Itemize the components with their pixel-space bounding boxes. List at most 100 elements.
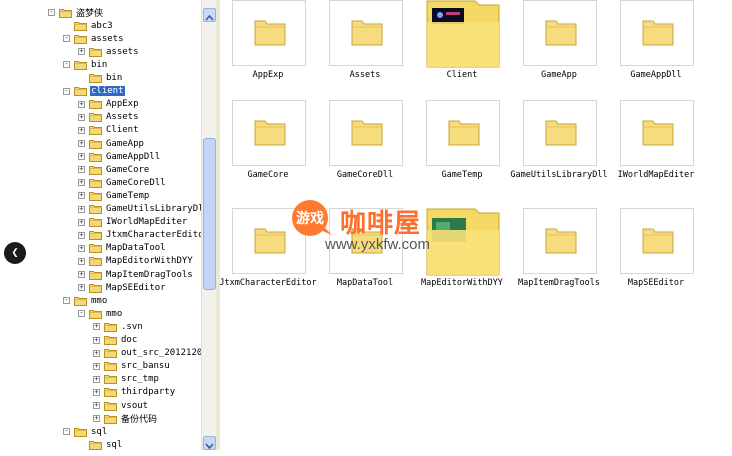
tree-item-label: sql (91, 426, 108, 437)
tree-item[interactable]: sql (78, 438, 123, 450)
tree-item[interactable]: - client (63, 85, 125, 98)
expand-icon[interactable]: + (78, 179, 85, 187)
folder-tile[interactable]: MapSEEditor (608, 208, 704, 308)
tree-item[interactable]: + MapDataTool (78, 242, 167, 255)
folder-icon (74, 34, 87, 44)
expand-icon[interactable]: + (78, 218, 85, 226)
expand-icon[interactable]: + (78, 244, 85, 252)
scroll-thumb[interactable] (203, 138, 216, 290)
tree-item[interactable]: + GameApp (78, 137, 145, 150)
tree-item[interactable]: + GameCore (78, 163, 150, 176)
expand-icon[interactable]: + (93, 336, 100, 344)
tree-item[interactable]: - assets (63, 32, 125, 45)
tree-item[interactable]: - mmo (78, 307, 123, 320)
tree-item[interactable]: + src_tmp (93, 373, 160, 386)
expand-icon[interactable]: + (78, 140, 85, 147)
expand-icon[interactable]: + (78, 231, 85, 239)
chevron-left-icon[interactable]: ❮ (4, 242, 26, 264)
folder-icon (545, 17, 577, 51)
expand-icon[interactable]: + (78, 284, 85, 292)
folder-tile[interactable]: IWorldMapEditer (608, 100, 704, 200)
tree-item[interactable]: + GameTemp (78, 189, 150, 202)
folder-tile[interactable]: GameUtilsLibraryDll (510, 100, 608, 200)
expand-icon[interactable]: + (93, 388, 100, 396)
tree-item[interactable]: + Client (78, 124, 140, 137)
folder-tile[interactable]: GameApp (511, 0, 607, 100)
tree-item[interactable]: + doc (93, 334, 138, 347)
tree-item[interactable]: + MapItemDragTools (78, 268, 194, 281)
tree-item[interactable]: - 盗梦侠 (48, 6, 104, 19)
tree-item-label: thirdparty (121, 387, 176, 398)
tree-item[interactable]: + AppExp (78, 98, 140, 111)
tree-item[interactable]: - mmo (63, 294, 108, 307)
expand-icon[interactable]: + (78, 48, 85, 56)
expand-icon[interactable]: + (78, 271, 85, 278)
tree-item[interactable]: + Assets (78, 111, 140, 124)
scroll-down-arrow[interactable] (203, 436, 216, 450)
folder-tile[interactable]: GameCore (220, 100, 316, 200)
expand-icon[interactable]: + (78, 205, 85, 213)
tree-item[interactable]: - bin (63, 58, 108, 71)
collapse-icon[interactable]: - (63, 35, 70, 43)
tree-item[interactable]: bin (78, 72, 123, 85)
tree-vertical-scrollbar[interactable] (201, 0, 217, 450)
tree-item[interactable]: + thirdparty (93, 386, 176, 399)
tree-item[interactable]: + GameUtilsLibraryDll (78, 203, 201, 216)
tree-item[interactable]: abc3 (63, 19, 114, 32)
tree-item-label: MapItemDragTools (106, 269, 193, 280)
expand-icon[interactable]: + (78, 126, 85, 134)
collapse-icon[interactable]: - (63, 428, 70, 436)
expand-icon[interactable]: + (93, 323, 100, 331)
expand-icon[interactable]: + (78, 153, 85, 161)
tree-item[interactable]: + GameCoreDll (78, 176, 167, 189)
tree-item-label: src_tmp (121, 374, 159, 385)
folder-tile[interactable]: MapItemDragTools (511, 208, 607, 308)
scroll-up-arrow[interactable] (203, 8, 216, 22)
folder-tile[interactable]: AppExp (220, 0, 316, 100)
tree-item[interactable]: + JtxmCharacterEditor (78, 229, 201, 242)
expand-icon[interactable]: + (93, 362, 100, 370)
collapse-icon[interactable]: - (63, 297, 70, 305)
expand-icon[interactable]: + (93, 349, 100, 357)
tree-item[interactable]: + MapEditorWithDYY (78, 255, 194, 268)
tree-item[interactable]: + vsout (93, 399, 149, 412)
expand-icon[interactable]: + (78, 100, 85, 108)
tree-item-label: mmo (91, 295, 108, 306)
tree-item[interactable]: - sql (63, 425, 108, 438)
tree-item[interactable]: + src_bansu (93, 360, 171, 373)
tree-item-label: GameTemp (106, 190, 150, 201)
folder-thumbnail (329, 0, 403, 66)
expand-icon[interactable]: + (78, 113, 85, 121)
tree-item[interactable]: + assets (78, 45, 140, 58)
folder-icon (89, 165, 102, 175)
tree-item[interactable]: + 备份代码 (93, 412, 158, 425)
folder-icon (74, 60, 87, 70)
folder-tile[interactable]: Assets (317, 0, 413, 100)
folder-tile[interactable]: MapEditorWithDYY (414, 208, 510, 308)
expand-icon[interactable]: + (93, 415, 100, 423)
tree-item[interactable]: + GameAppDll (78, 150, 161, 163)
expand-icon[interactable]: + (78, 192, 85, 200)
expand-icon[interactable]: + (93, 375, 100, 383)
collapse-icon[interactable]: - (78, 310, 85, 318)
folder-icon (89, 152, 102, 162)
folder-tile[interactable]: GameTemp (414, 100, 510, 200)
folder-icon (74, 427, 87, 437)
folder-tile[interactable]: Client (414, 0, 510, 100)
folder-icon (89, 283, 102, 293)
tree-item[interactable]: + .svn (93, 320, 144, 333)
tree-item[interactable]: + IWorldMapEditer (78, 216, 188, 229)
folder-icon (89, 112, 102, 123)
tree-item-label: out_src_20121201 (121, 348, 201, 359)
expand-icon[interactable]: + (78, 166, 85, 174)
collapse-icon[interactable]: - (63, 61, 70, 69)
folder-tile[interactable]: GameCoreDll (317, 100, 413, 200)
folder-thumbnail (232, 100, 306, 166)
expand-icon[interactable]: + (78, 257, 85, 265)
tree-item[interactable]: + MapSEEditor (78, 281, 167, 294)
folder-tile[interactable]: GameAppDll (608, 0, 704, 100)
expand-icon[interactable]: + (93, 402, 100, 409)
collapse-icon[interactable]: - (63, 87, 70, 95)
tree-item[interactable]: + out_src_20121201 (93, 347, 201, 360)
collapse-icon[interactable]: - (48, 9, 55, 16)
